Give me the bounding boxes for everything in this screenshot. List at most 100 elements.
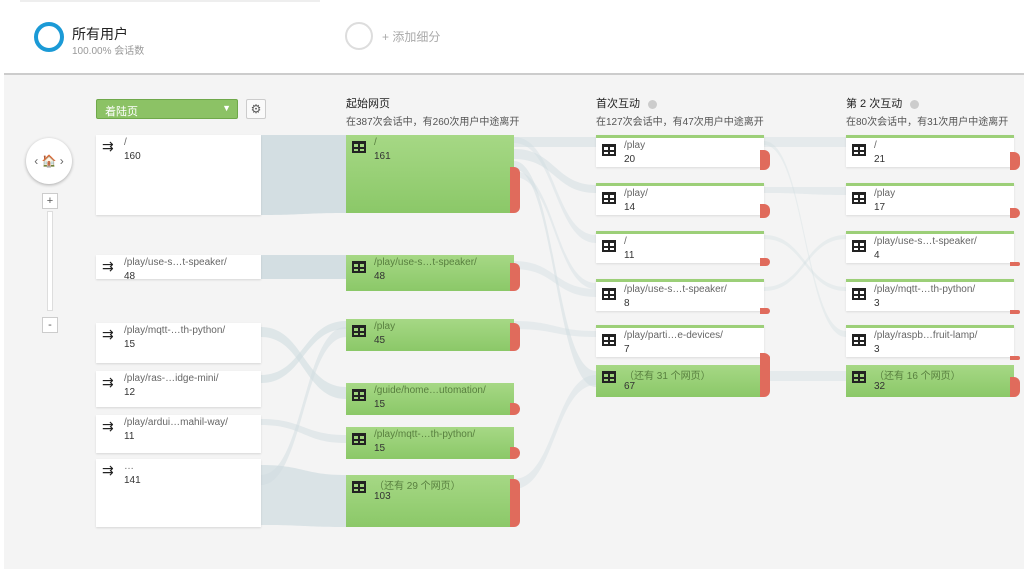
node-label: /play	[624, 140, 646, 151]
page-node[interactable]: （还有 16 个网页） 32	[846, 365, 1020, 397]
page-node[interactable]: /play 45	[346, 319, 520, 351]
drop-off-indicator[interactable]	[760, 150, 770, 170]
home-navigation-control[interactable]: ‹ 🏠 ›	[26, 138, 72, 184]
traffic-source-icon: ⇉	[102, 418, 114, 434]
drop-off-indicator[interactable]	[760, 353, 770, 397]
segment-percentage: 100.00% 会话数	[72, 46, 145, 57]
node-label: /play/use-s…t-speaker/	[874, 236, 977, 247]
node-count: 15	[374, 443, 386, 454]
info-icon[interactable]	[648, 99, 657, 109]
settings-button[interactable]: ⚙	[246, 99, 266, 119]
node-label: /play/use-s…t-speaker/	[624, 284, 727, 295]
drop-off-indicator[interactable]	[1010, 356, 1020, 360]
page-node[interactable]: / 161	[346, 135, 520, 213]
source-node[interactable]: ⇉ /play/use-s…t-speaker/48	[96, 255, 261, 282]
page-node[interactable]: （还有 29 个网页） 103	[346, 475, 520, 527]
source-node[interactable]: ⇉ … 141	[96, 459, 261, 527]
drop-off-indicator[interactable]	[1010, 152, 1020, 170]
add-segment-ring-icon[interactable]	[345, 22, 373, 50]
flow-band	[514, 321, 596, 337]
source-node[interactable]: ⇉ / 160	[96, 135, 261, 215]
source-node[interactable]: ⇉ /play/mqtt-…th-python/15	[96, 323, 261, 363]
node-count: 7	[624, 344, 630, 355]
flow-canvas[interactable]: 着陆页 ▼ ⚙ ‹ 🏠 › + - 起始网页 在387次会话中，有260次用户中…	[4, 73, 1024, 569]
source-node[interactable]: ⇉ /play/ras-…idge-mini/12	[96, 371, 261, 407]
node-label: /	[124, 137, 127, 148]
page-node[interactable]: /play 20	[596, 135, 770, 170]
node-count: 4	[874, 250, 880, 261]
column-subtitle-first-interaction: 在127次会话中，有47次用户中途离开	[596, 117, 764, 128]
drop-off-indicator[interactable]	[1010, 262, 1020, 266]
segment-bar: 所有用户 100.00% 会话数 + 添加细分	[0, 0, 1024, 72]
page-node[interactable]: /guide/home…utomation/15	[346, 383, 520, 415]
drop-off-indicator[interactable]	[510, 167, 520, 213]
page-icon	[352, 261, 366, 273]
page-icon	[352, 481, 366, 493]
drop-off-indicator[interactable]	[760, 204, 770, 218]
zoom-in-button[interactable]: +	[42, 193, 58, 209]
drop-off-indicator[interactable]	[1010, 310, 1020, 314]
page-icon	[352, 389, 366, 401]
node-label: /play/raspb…fruit-lamp/	[874, 330, 978, 341]
zoom-slider[interactable]	[47, 211, 53, 311]
drop-off-indicator[interactable]	[760, 258, 770, 266]
page-node[interactable]: /play/14	[596, 183, 770, 218]
node-label: /play	[374, 321, 396, 332]
page-icon	[852, 192, 866, 204]
dimension-dropdown[interactable]: 着陆页 ▼	[96, 99, 238, 119]
segment-card-all-users[interactable]: 所有用户 100.00% 会话数	[20, 0, 320, 72]
home-nav-icon: ‹ 🏠 ›	[34, 154, 64, 168]
segment-name: 所有用户	[72, 26, 128, 42]
zoom-out-button[interactable]: -	[42, 317, 58, 333]
page-node[interactable]: /play/raspb…fruit-lamp/3	[846, 325, 1020, 360]
node-label: /play/mqtt-…th-python/	[874, 284, 976, 295]
node-label: /play/	[624, 188, 648, 199]
page-icon	[602, 334, 616, 346]
page-node[interactable]: /play/mqtt-…th-python/3	[846, 279, 1020, 314]
drop-off-indicator[interactable]	[510, 263, 520, 291]
page-icon	[602, 240, 616, 252]
page-node[interactable]: /play/mqtt-…th-python/15	[346, 427, 520, 459]
page-node[interactable]: / 11	[596, 231, 770, 266]
traffic-source-icon: ⇉	[102, 326, 114, 342]
traffic-source-icon: ⇉	[102, 462, 114, 478]
node-label: /play/ardui…mahil-way/	[124, 417, 228, 428]
page-node[interactable]: （还有 31 个网页） 67	[596, 353, 770, 397]
drop-off-indicator[interactable]	[760, 308, 770, 314]
node-count: 14	[624, 202, 636, 213]
source-node[interactable]: ⇉ /play/ardui…mahil-way/11	[96, 415, 261, 453]
page-node[interactable]: /play/use-s…t-speaker/48	[346, 255, 520, 291]
drop-off-indicator[interactable]	[1010, 208, 1020, 218]
page-node[interactable]: /play/parti…e-devices/7	[596, 325, 770, 360]
page-node[interactable]: /play/use-s…t-speaker/4	[846, 231, 1020, 266]
drop-off-indicator[interactable]	[510, 479, 520, 527]
node-label: …	[124, 461, 134, 472]
column-title-text: 首次互动	[596, 98, 640, 110]
node-count: 21	[874, 154, 886, 165]
traffic-source-icon: ⇉	[102, 138, 114, 154]
info-icon[interactable]	[910, 99, 920, 109]
node-label: （还有 29 个网页）	[374, 481, 461, 492]
drop-off-indicator[interactable]	[1010, 377, 1020, 397]
page-node[interactable]: /play 17	[846, 183, 1020, 218]
page-node[interactable]: / 21	[846, 135, 1020, 170]
node-label: /	[374, 137, 377, 148]
page-icon	[352, 325, 366, 337]
node-count: 20	[624, 154, 636, 165]
node-label: /play/mqtt-…th-python/	[124, 325, 226, 336]
node-count: 17	[874, 202, 886, 213]
node-count: 161	[374, 151, 391, 162]
add-segment-button[interactable]: + 添加细分	[382, 28, 440, 45]
drop-off-indicator[interactable]	[510, 323, 520, 351]
node-label: /	[624, 236, 627, 247]
chevron-down-icon: ▼	[222, 103, 231, 113]
flow-band	[764, 371, 846, 381]
page-icon	[852, 240, 866, 252]
page-icon	[852, 288, 866, 300]
node-count: 8	[624, 298, 630, 309]
node-label: /play/parti…e-devices/	[624, 330, 723, 341]
page-icon	[852, 334, 866, 346]
page-icon	[852, 144, 866, 156]
node-label: （还有 31 个网页）	[624, 371, 711, 382]
page-node[interactable]: /play/use-s…t-speaker/8	[596, 279, 770, 314]
